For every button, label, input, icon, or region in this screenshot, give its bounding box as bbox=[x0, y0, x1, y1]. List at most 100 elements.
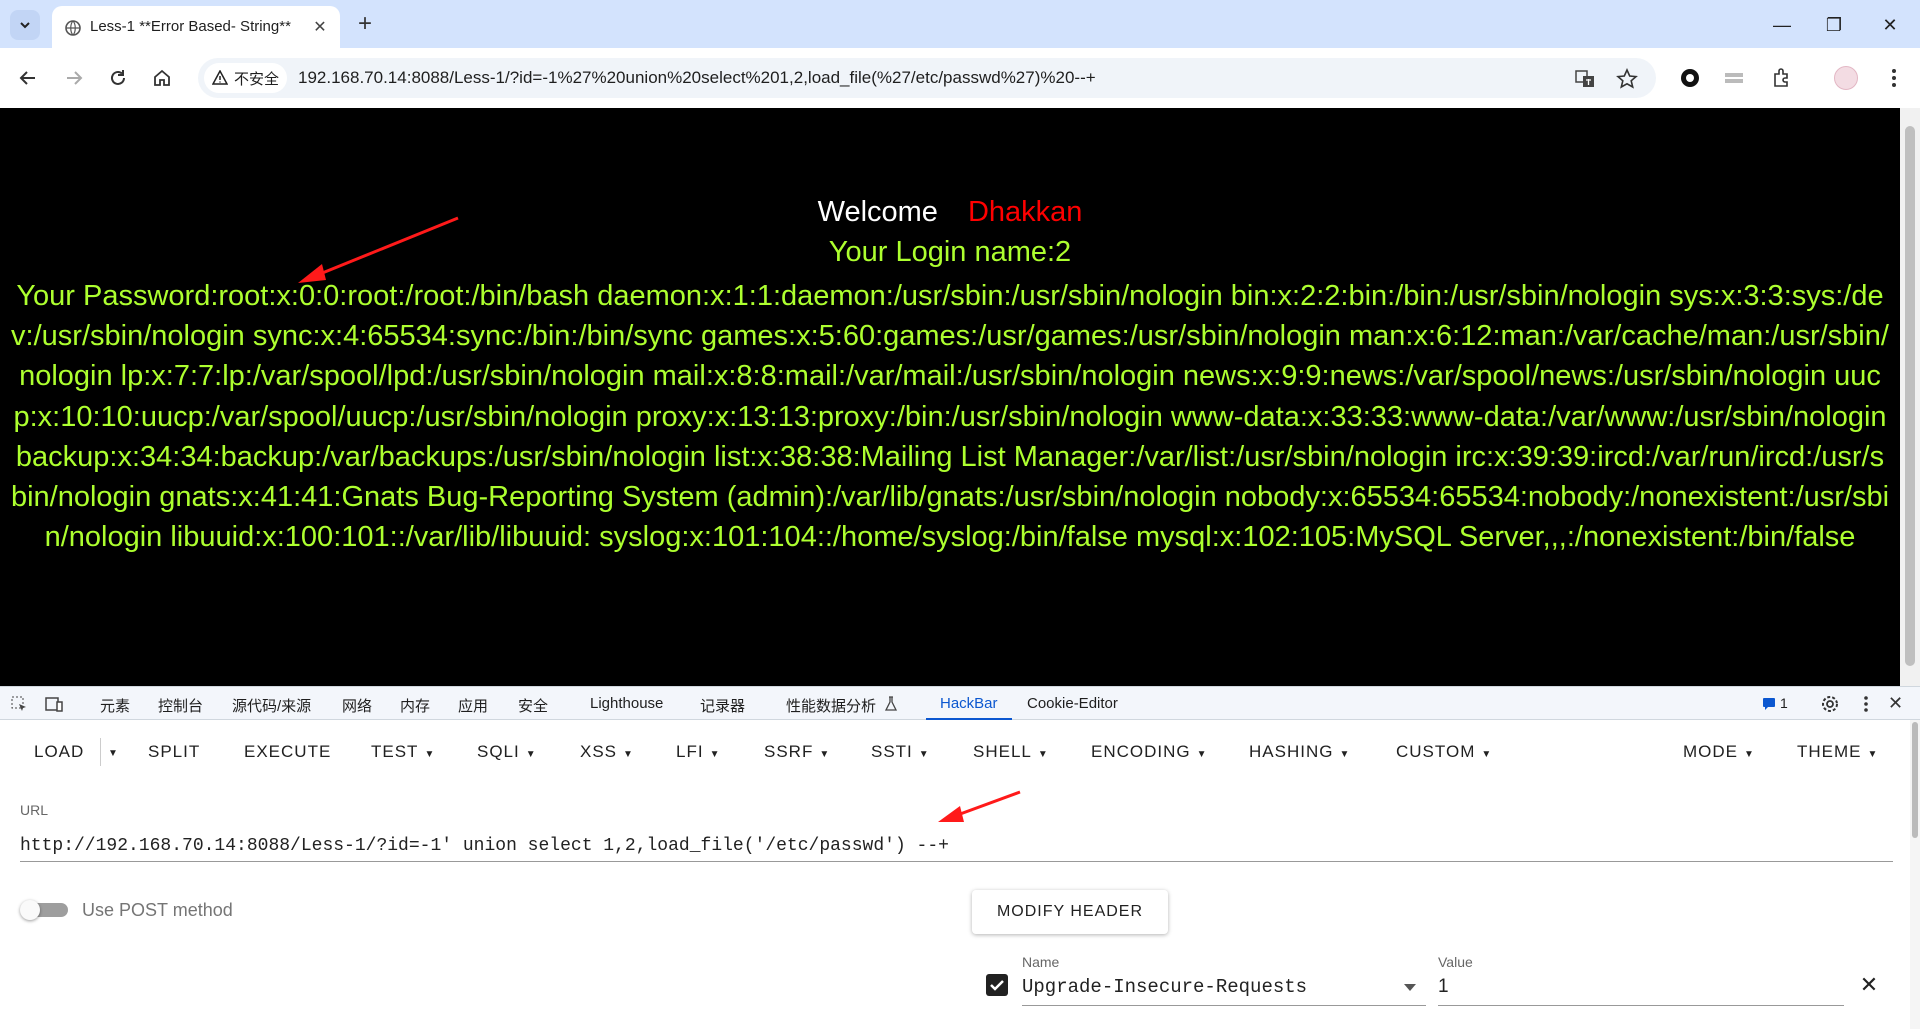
gear-icon[interactable] bbox=[1820, 694, 1840, 714]
inspect-element-icon[interactable] bbox=[10, 695, 28, 713]
hackbar-scrollbar-thumb[interactable] bbox=[1912, 722, 1918, 838]
hashing-menu-label: HASHING bbox=[1249, 742, 1334, 761]
shell-menu-label: SHELL bbox=[973, 742, 1032, 761]
arrow-left-icon bbox=[19, 71, 35, 85]
devtools-tabbar: 元素 控制台 源代码/来源 网络 内存 应用 安全 Lighthouse 记录器… bbox=[0, 686, 1920, 721]
devtools-tab-hackbar[interactable]: HackBar bbox=[940, 695, 998, 712]
url-label: URL bbox=[20, 802, 49, 818]
welcome-name: Dhakkan bbox=[967, 196, 1083, 228]
caret-down-icon: ▼ bbox=[525, 749, 537, 760]
address-bar[interactable]: 不安全 192.168.70.14:8088/Less-1/?id=-1%27%… bbox=[198, 58, 1656, 98]
devtools-tab-console[interactable]: 控制台 bbox=[158, 695, 203, 716]
close-window-button[interactable]: ✕ bbox=[1870, 12, 1910, 38]
xss-menu[interactable]: XSS ▼ bbox=[580, 742, 634, 762]
check-icon bbox=[990, 980, 1004, 991]
back-button[interactable] bbox=[14, 64, 42, 92]
encoding-menu[interactable]: ENCODING ▼ bbox=[1091, 742, 1208, 762]
mode-menu[interactable]: MODE ▼ bbox=[1683, 742, 1755, 762]
welcome-line: Welcome Dhakkan bbox=[0, 196, 1900, 229]
theme-menu[interactable]: THEME ▼ bbox=[1797, 742, 1878, 762]
custom-menu-label: CUSTOM bbox=[1396, 742, 1476, 761]
devtools-tab-sources[interactable]: 源代码/来源 bbox=[232, 695, 311, 716]
puzzle-icon[interactable] bbox=[1770, 66, 1794, 90]
more-vertical-icon[interactable] bbox=[1882, 66, 1906, 90]
sqli-menu-label: SQLI bbox=[477, 742, 520, 761]
theme-menu-label: THEME bbox=[1797, 742, 1862, 761]
toggle-knob bbox=[20, 900, 40, 920]
devtools-tab-recorder[interactable]: 记录器 bbox=[700, 695, 745, 716]
reload-icon bbox=[111, 70, 125, 85]
flask-icon bbox=[884, 696, 898, 711]
tab-search-button[interactable] bbox=[10, 10, 40, 40]
shell-menu[interactable]: SHELL ▼ bbox=[973, 742, 1049, 762]
devtools-tab-network[interactable]: 网络 bbox=[342, 695, 372, 716]
modify-header-button[interactable]: MODIFY HEADER bbox=[972, 890, 1168, 934]
caret-down-icon: ▼ bbox=[1867, 749, 1879, 760]
reload-button[interactable] bbox=[104, 64, 132, 92]
translate-icon[interactable] bbox=[1574, 68, 1596, 90]
extension-circle-icon[interactable] bbox=[1678, 66, 1702, 90]
hashing-menu[interactable]: HASHING ▼ bbox=[1249, 742, 1350, 762]
device-toolbar-icon[interactable] bbox=[44, 695, 64, 713]
restore-button[interactable]: ❐ bbox=[1814, 12, 1854, 38]
header-name-label: Name bbox=[1022, 954, 1060, 970]
remove-header-icon[interactable]: ✕ bbox=[1858, 974, 1880, 996]
load-divider bbox=[100, 738, 101, 766]
execute-button[interactable]: EXECUTE bbox=[244, 742, 331, 762]
page-scrollbar[interactable] bbox=[1900, 108, 1920, 686]
sqli-menu[interactable]: SQLI ▼ bbox=[477, 742, 537, 762]
close-tab-icon[interactable]: ✕ bbox=[310, 18, 330, 38]
warning-icon bbox=[212, 70, 228, 85]
profile-avatar[interactable] bbox=[1834, 66, 1858, 90]
caret-down-icon: ▼ bbox=[1196, 749, 1208, 760]
devtools-tab-elements[interactable]: 元素 bbox=[100, 695, 130, 716]
caret-down-icon: ▼ bbox=[1481, 749, 1493, 760]
extension-bar-icon[interactable] bbox=[1722, 66, 1746, 90]
devtools-tab-cookie-editor[interactable]: Cookie-Editor bbox=[1027, 695, 1118, 712]
forward-button[interactable] bbox=[60, 64, 88, 92]
header-enabled-checkbox[interactable] bbox=[986, 974, 1008, 996]
ssti-menu[interactable]: SSTI ▼ bbox=[871, 742, 930, 762]
issues-icon[interactable] bbox=[1762, 697, 1776, 711]
ssrf-menu[interactable]: SSRF ▼ bbox=[764, 742, 830, 762]
new-tab-button[interactable]: + bbox=[352, 12, 378, 38]
close-devtools-icon[interactable]: ✕ bbox=[1888, 693, 1903, 714]
page-content: Welcome Dhakkan Your Login name:2 Your Pa… bbox=[0, 108, 1900, 686]
security-label: 不安全 bbox=[234, 70, 280, 88]
minimize-button[interactable]: — bbox=[1762, 12, 1802, 38]
more-vertical-icon[interactable] bbox=[1856, 694, 1876, 714]
globe-icon bbox=[65, 20, 81, 36]
hackbar-scrollbar[interactable] bbox=[1910, 720, 1920, 1029]
tab-strip: Less-1 **Error Based- String** ✕ + — ❐ ✕ bbox=[0, 0, 1920, 48]
home-button[interactable] bbox=[148, 64, 176, 92]
post-method-label: Use POST method bbox=[82, 900, 233, 920]
header-value-input[interactable]: 1 bbox=[1438, 976, 1844, 1006]
load-button[interactable]: LOAD bbox=[34, 742, 84, 762]
issues-count[interactable]: 1 bbox=[1780, 695, 1788, 711]
split-button[interactable]: SPLIT bbox=[148, 742, 200, 762]
header-name-dropdown-icon[interactable] bbox=[1404, 984, 1416, 991]
address-text[interactable]: 192.168.70.14:8088/Less-1/?id=-1%27%20un… bbox=[298, 68, 1096, 88]
devtools-tab-application[interactable]: 应用 bbox=[458, 695, 488, 716]
caret-down-icon: ▼ bbox=[1339, 749, 1351, 760]
devtools-tab-performance-insights[interactable]: 性能数据分析 bbox=[786, 695, 876, 716]
custom-menu[interactable]: CUSTOM ▼ bbox=[1396, 742, 1492, 762]
load-dropdown-caret[interactable]: ▼ bbox=[108, 748, 119, 759]
test-menu[interactable]: TEST ▼ bbox=[371, 742, 435, 762]
welcome-text: Welcome bbox=[817, 196, 938, 228]
devtools-tab-memory[interactable]: 内存 bbox=[400, 695, 430, 716]
devtools-tab-security[interactable]: 安全 bbox=[518, 695, 548, 716]
home-icon bbox=[154, 69, 170, 86]
lfi-menu-label: LFI bbox=[676, 742, 704, 761]
browser-toolbar: 不安全 192.168.70.14:8088/Less-1/?id=-1%27%… bbox=[0, 48, 1920, 108]
url-input[interactable]: http://192.168.70.14:8088/Less-1/?id=-1'… bbox=[20, 832, 1893, 862]
header-name-input[interactable]: Upgrade-Insecure-Requests bbox=[1022, 976, 1426, 1006]
lfi-menu[interactable]: LFI ▼ bbox=[676, 742, 720, 762]
post-method-toggle[interactable] bbox=[20, 900, 68, 920]
page-scrollbar-thumb[interactable] bbox=[1905, 126, 1915, 666]
browser-tab[interactable]: Less-1 **Error Based- String** ✕ bbox=[52, 6, 340, 48]
login-name-line: Your Login name:2 bbox=[828, 236, 1072, 268]
devtools-tab-lighthouse[interactable]: Lighthouse bbox=[590, 695, 663, 712]
security-chip[interactable]: 不安全 bbox=[204, 63, 288, 93]
star-icon[interactable] bbox=[1616, 68, 1638, 90]
